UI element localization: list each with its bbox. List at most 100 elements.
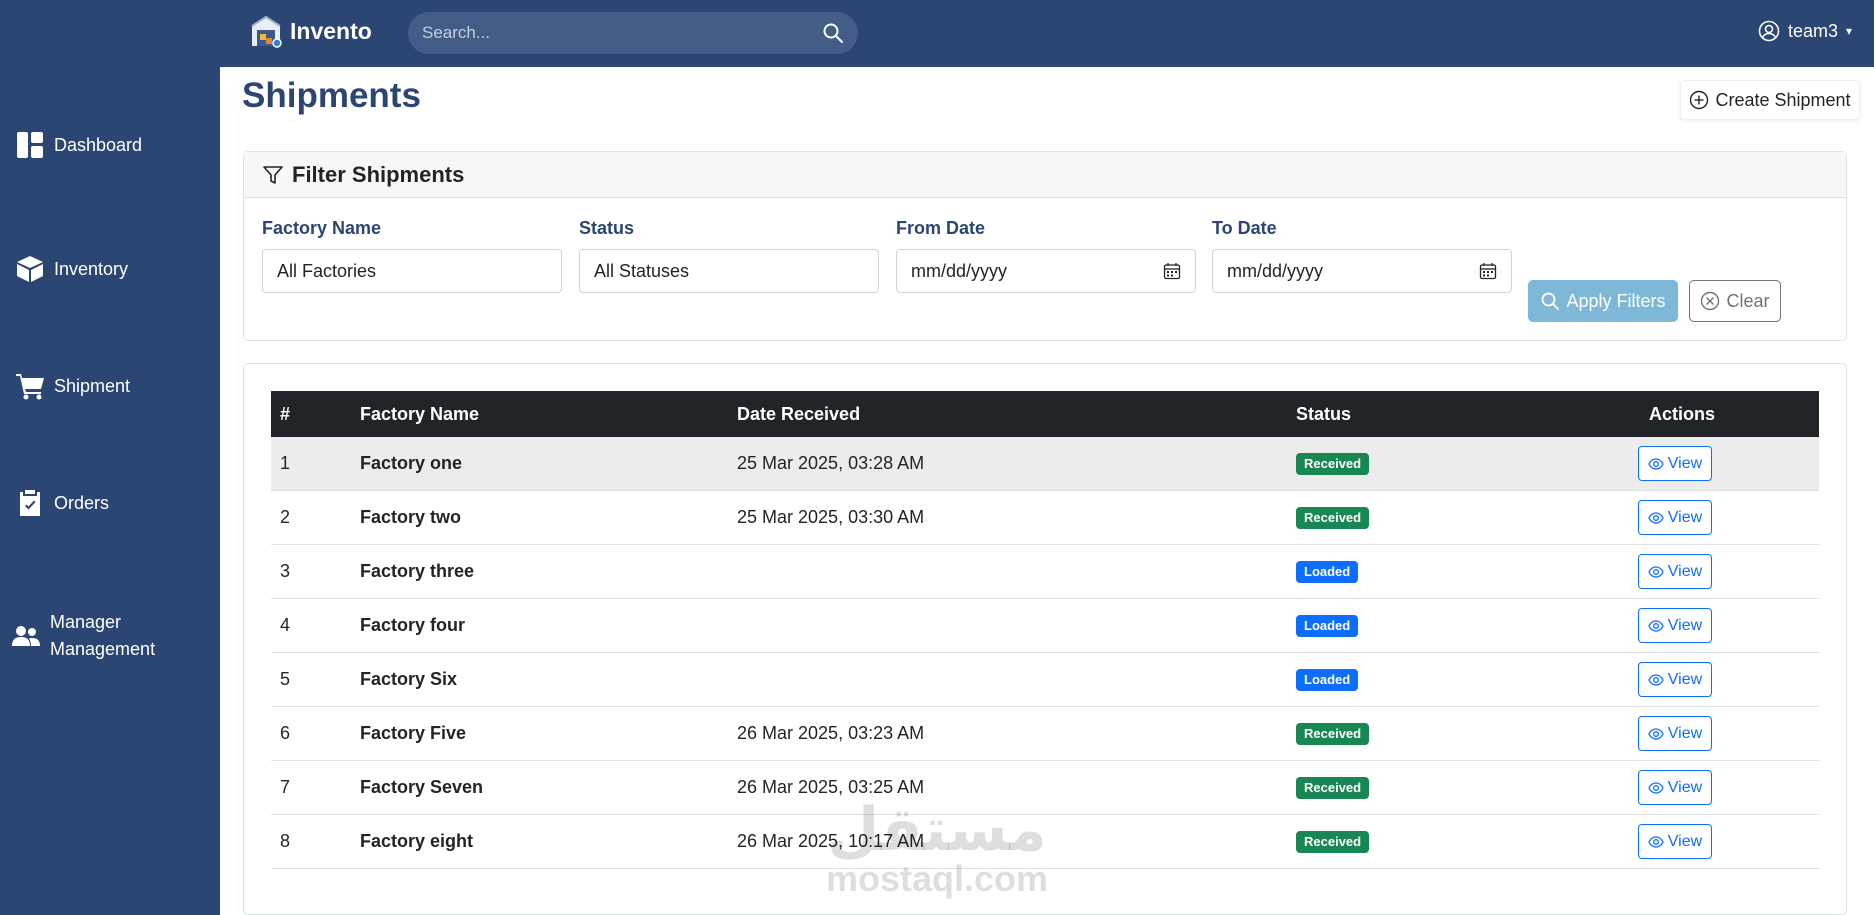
- row-factory-name: Factory four: [360, 615, 466, 635]
- view-button[interactable]: View: [1638, 608, 1712, 643]
- header-factory-name: Factory Name: [360, 403, 480, 424]
- shipments-table: # Factory Name Date Received Status Acti…: [271, 391, 1819, 869]
- row-actions: View: [1638, 437, 1712, 490]
- factory-filter-label: Factory Name: [262, 218, 382, 238]
- brand[interactable]: Invento: [250, 14, 372, 48]
- view-button[interactable]: View: [1638, 554, 1712, 589]
- box-icon: [17, 256, 43, 282]
- x-circle-icon: [1701, 291, 1720, 311]
- apply-filters-button[interactable]: Apply Filters: [1528, 280, 1678, 322]
- eye-icon: [1648, 457, 1664, 470]
- funnel-icon: [263, 165, 283, 184]
- calendar-icon[interactable]: [1479, 262, 1497, 280]
- status-select[interactable]: All Statuses: [579, 249, 879, 293]
- clear-filters-button[interactable]: Clear: [1689, 280, 1781, 322]
- table-header: # Factory Name Date Received Status Acti…: [271, 391, 1819, 437]
- table-row: 6 Factory Five 26 Mar 2025, 03:23 AM Receiv…: [271, 707, 1819, 761]
- eye-icon: [1648, 565, 1664, 578]
- row-factory-name: Factory Five: [360, 723, 467, 743]
- row-actions: View: [1638, 707, 1712, 760]
- row-actions: View: [1638, 815, 1712, 868]
- people-icon: [12, 626, 40, 646]
- header-status: Status: [1296, 403, 1352, 424]
- eye-icon: [1648, 781, 1664, 794]
- dashboard-icon: [17, 132, 43, 158]
- sidebar-item-manager-management[interactable]: Manager Management: [12, 609, 212, 663]
- sidebar-item-orders[interactable]: Orders: [16, 489, 109, 517]
- plus-circle-icon: [1690, 90, 1709, 110]
- table-row: 8 Factory eight 26 Mar 2025, 10:17 AM Recei…: [271, 815, 1819, 869]
- row-date-received: 26 Mar 2025, 03:23 AM: [737, 723, 925, 743]
- from-date-value: mm/dd/yyyy: [911, 260, 1008, 281]
- sidebar-item-label: Manager Management: [50, 612, 156, 659]
- factory-filter: Factory Name All Factories: [262, 218, 562, 293]
- search-input[interactable]: [422, 23, 822, 43]
- header-date-received: Date Received: [737, 403, 861, 424]
- view-label: View: [1667, 454, 1703, 472]
- factory-select[interactable]: All Factories: [262, 249, 562, 293]
- row-status-cell: Loaded: [1296, 545, 1359, 598]
- status-badge: Received: [1296, 506, 1370, 529]
- brand-name: Invento: [290, 17, 372, 44]
- view-label: View: [1667, 778, 1703, 796]
- table-row: 5 Factory Six Loaded View: [271, 653, 1819, 707]
- row-factory-name: Factory two: [360, 507, 462, 527]
- view-button[interactable]: View: [1638, 662, 1712, 697]
- status-badge: Received: [1296, 830, 1370, 853]
- row-factory-name: Factory three: [360, 561, 475, 581]
- view-label: View: [1667, 670, 1703, 688]
- row-status-cell: Loaded: [1296, 653, 1359, 706]
- eye-icon: [1648, 835, 1664, 848]
- view-button[interactable]: View: [1638, 770, 1712, 805]
- calendar-icon[interactable]: [1163, 262, 1181, 280]
- eye-icon: [1648, 673, 1664, 686]
- to-date-filter: To Date mm/dd/yyyy: [1212, 218, 1512, 293]
- clipboard-check-icon: [20, 490, 40, 516]
- cart-icon: [16, 374, 44, 400]
- user-menu[interactable]: team3 ▾: [1758, 20, 1852, 42]
- status-badge: Received: [1296, 722, 1370, 745]
- view-button[interactable]: View: [1638, 446, 1712, 481]
- view-label: View: [1667, 616, 1703, 634]
- sidebar-item-shipment[interactable]: Shipment: [16, 372, 130, 400]
- row-date-received: 26 Mar 2025, 03:25 AM: [737, 777, 925, 797]
- table-row: 3 Factory three Loaded View: [271, 545, 1819, 599]
- sidebar-item-label: Orders: [54, 492, 110, 513]
- view-button[interactable]: View: [1638, 716, 1712, 751]
- to-date-input[interactable]: mm/dd/yyyy: [1212, 249, 1512, 293]
- eye-icon: [1648, 727, 1664, 740]
- row-actions: View: [1638, 545, 1712, 598]
- view-label: View: [1667, 562, 1703, 580]
- row-number: 2: [280, 507, 291, 527]
- search-icon[interactable]: [822, 22, 844, 44]
- row-status-cell: Received: [1296, 707, 1370, 760]
- sidebar-item-label: Dashboard: [54, 134, 143, 155]
- view-button[interactable]: View: [1638, 824, 1712, 859]
- filter-card: Filter Shipments Factory Name All Factor…: [243, 151, 1847, 341]
- row-actions: View: [1638, 653, 1712, 706]
- row-factory-name: Factory one: [360, 453, 463, 473]
- row-number: 5: [280, 669, 291, 689]
- row-status-cell: Received: [1296, 815, 1370, 868]
- view-button[interactable]: View: [1638, 500, 1712, 535]
- factory-select-value: All Factories: [277, 260, 377, 281]
- warehouse-logo-icon: [251, 15, 282, 48]
- sidebar-item-dashboard[interactable]: Dashboard: [16, 131, 142, 159]
- row-number: 7: [280, 777, 291, 797]
- eye-icon: [1648, 619, 1664, 632]
- user-circle-icon: [1758, 20, 1780, 42]
- status-badge: Loaded: [1296, 614, 1359, 637]
- view-label: View: [1667, 508, 1703, 526]
- table-row: 1 Factory one 25 Mar 2025, 03:28 AM Receive…: [271, 437, 1819, 491]
- row-status-cell: Received: [1296, 437, 1370, 490]
- view-label: View: [1667, 832, 1703, 850]
- header-actions: Actions: [1649, 403, 1716, 424]
- row-number: 6: [280, 723, 291, 743]
- sidebar-item-label: Inventory: [54, 258, 129, 279]
- row-status-cell: Loaded: [1296, 599, 1359, 652]
- from-date-input[interactable]: mm/dd/yyyy: [896, 249, 1196, 293]
- sidebar-item-inventory[interactable]: Inventory: [16, 255, 128, 283]
- create-shipment-button[interactable]: Create Shipment: [1680, 80, 1860, 120]
- status-filter-label: Status: [579, 218, 635, 238]
- row-status-cell: Received: [1296, 491, 1370, 544]
